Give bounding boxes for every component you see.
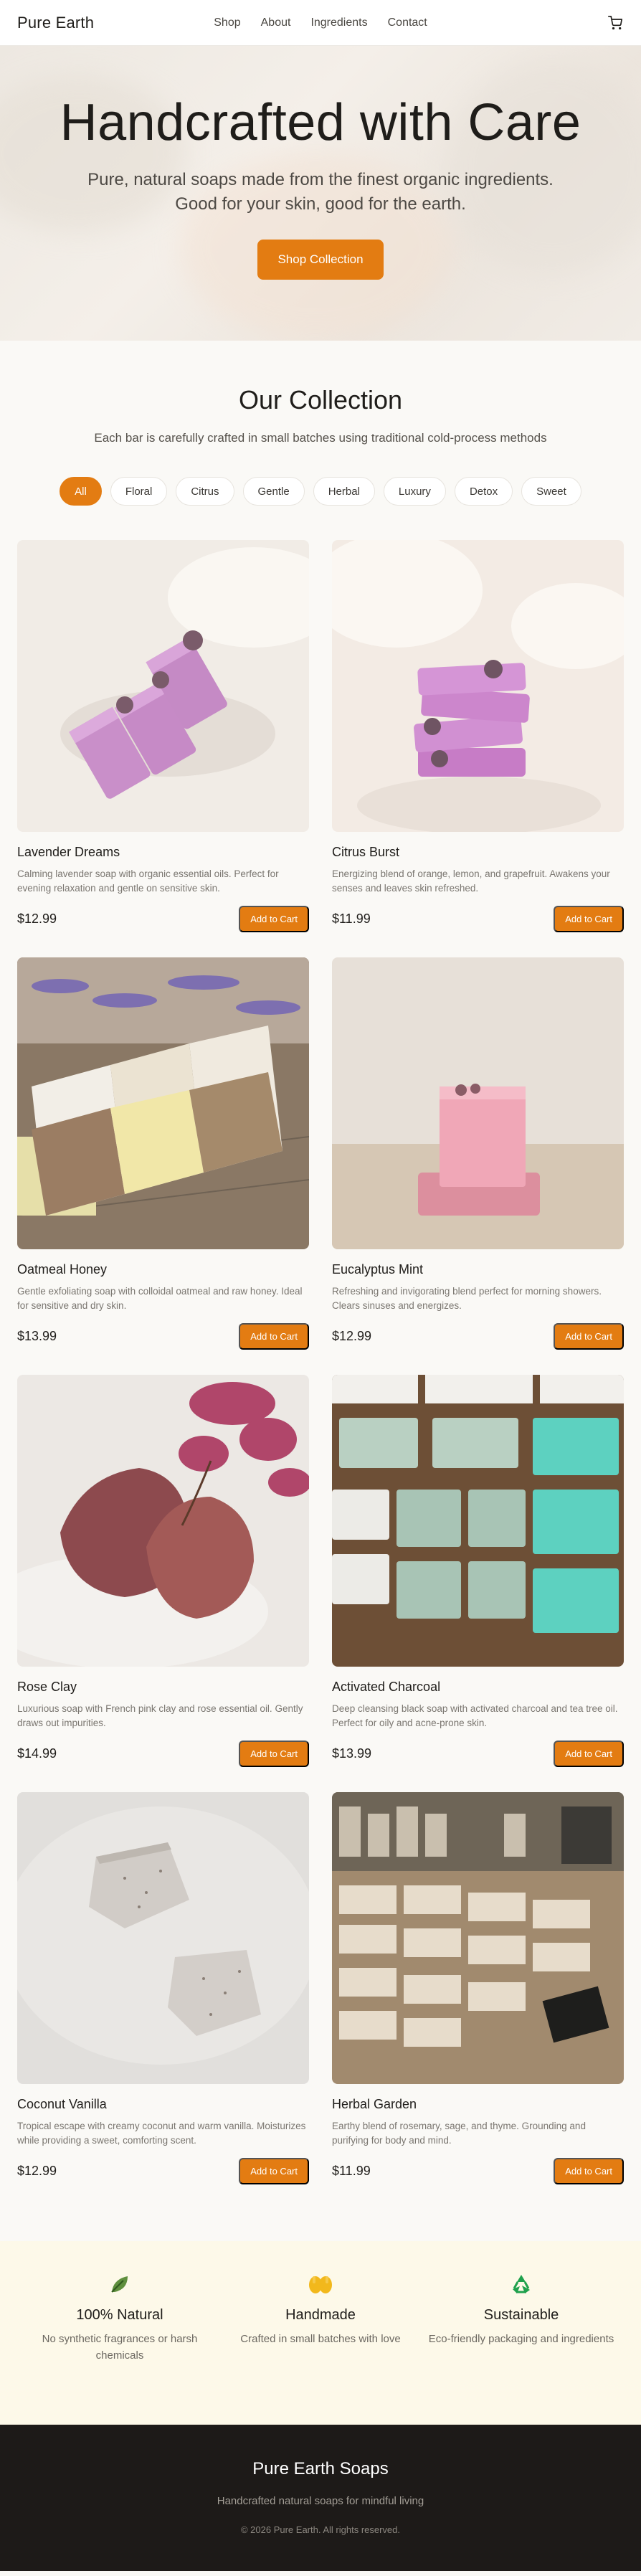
product-card: Coconut Vanilla Tropical escape with cre… [17, 1792, 309, 2210]
product-card: Eucalyptus Mint Refreshing and invigorat… [332, 957, 624, 1375]
add-to-cart-button[interactable]: Add to Cart [239, 1323, 309, 1350]
product-price: $13.99 [17, 1329, 57, 1343]
add-to-cart-button[interactable]: Add to Cart [554, 1323, 624, 1350]
product-card: Herbal Garden Earthy blend of rosemary, … [332, 1792, 624, 2210]
main-nav: Shop About Ingredients Contact [0, 0, 641, 46]
filter-chip-citrus[interactable]: Citrus [176, 477, 234, 506]
collection-section: Our Collection Each bar is carefully cra… [0, 341, 641, 2210]
product-name: Eucalyptus Mint [332, 1262, 424, 1277]
filter-chip-floral[interactable]: Floral [110, 477, 168, 506]
product-price: $12.99 [332, 1329, 372, 1343]
product-price: $12.99 [17, 911, 57, 926]
nav-link-contact[interactable]: Contact [388, 16, 427, 29]
add-to-cart-button[interactable]: Add to Cart [239, 2158, 309, 2184]
shopping-cart-icon [608, 15, 622, 29]
brand-logo[interactable]: Pure Earth [17, 14, 94, 32]
product-image[interactable] [17, 1375, 309, 1667]
product-description: Gentle exfoliating soap with colloidal o… [17, 1286, 303, 1311]
add-to-cart-button[interactable]: Add to Cart [239, 1741, 309, 1767]
product-description: Luxurious soap with French pink clay and… [17, 1703, 303, 1728]
product-card: Oatmeal Honey Gentle exfoliating soap wi… [17, 957, 309, 1375]
product-card: Rose Clay Luxurious soap with French pin… [17, 1375, 309, 1792]
product-name: Oatmeal Honey [17, 1262, 108, 1277]
product-name: Rose Clay [17, 1680, 77, 1694]
features-section: 100% Natural No synthetic fragrances or … [0, 2241, 641, 2425]
footer-title: Pure Earth Soaps [252, 2459, 389, 2478]
filter-chip-all[interactable]: All [60, 477, 102, 506]
feature-sustainable: Sustainable Eco-friendly packaging and i… [421, 2271, 622, 2425]
hero-subtitle-line2: Good for your skin, good for the earth. [175, 194, 466, 214]
product-image[interactable] [332, 957, 624, 1249]
product-description: Refreshing and invigorating blend perfec… [332, 1286, 602, 1311]
hands-icon [309, 2276, 332, 2293]
product-card: Citrus Burst Energizing blend of orange,… [332, 540, 624, 957]
product-name: Citrus Burst [332, 845, 400, 859]
product-image[interactable] [17, 540, 309, 832]
product-image[interactable] [332, 1792, 624, 2084]
add-to-cart-button[interactable]: Add to Cart [554, 1741, 624, 1767]
product-price: $13.99 [332, 1746, 372, 1761]
product-image[interactable] [17, 957, 309, 1249]
product-description: Earthy blend of rosemary, sage, and thym… [332, 2121, 586, 2146]
leaf-icon [111, 2276, 128, 2293]
recycle-icon [513, 2275, 531, 2293]
product-name: Activated Charcoal [332, 1680, 441, 1694]
nav-link-about[interactable]: About [261, 16, 291, 29]
product-description: Tropical escape with creamy coconut and … [17, 2121, 306, 2146]
product-grid: Lavender Dreams Calming lavender soap wi… [0, 506, 641, 2210]
product-image[interactable] [332, 540, 624, 832]
product-price: $11.99 [332, 911, 371, 926]
product-price: $14.99 [17, 1746, 57, 1761]
product-card: Activated Charcoal Deep cleansing black … [332, 1375, 624, 1792]
hero-title: Handcrafted with Care [60, 94, 581, 151]
filter-chip-sweet[interactable]: Sweet [521, 477, 581, 506]
hero-subtitle: Pure, natural soaps made from the finest… [0, 168, 641, 217]
feature-description: No synthetic fragrances or harsh chemica… [42, 2333, 198, 2362]
footer-tagline: Handcrafted natural soaps for mindful li… [217, 2495, 424, 2507]
product-image[interactable] [332, 1375, 624, 1667]
footer-copyright: © 2026 Pure Earth. All rights reserved. [240, 2524, 401, 2535]
filter-chip-luxury[interactable]: Luxury [383, 477, 446, 506]
hero-subtitle-line1: Pure, natural soaps made from the finest… [87, 170, 554, 189]
product-description: Energizing blend of orange, lemon, and g… [332, 868, 610, 894]
hero-section: Handcrafted with Care Pure, natural soap… [0, 46, 641, 341]
product-name: Coconut Vanilla [17, 2097, 107, 2111]
feature-description: Eco-friendly packaging and ingredients [428, 2333, 614, 2345]
shop-collection-button[interactable]: Shop Collection [257, 240, 384, 280]
product-name: Herbal Garden [332, 2097, 417, 2111]
product-card: Lavender Dreams Calming lavender soap wi… [17, 540, 309, 957]
filter-bar: All Floral Citrus Gentle Herbal Luxury D… [0, 477, 641, 506]
top-navbar: Pure Earth Shop About Ingredients Contac… [0, 0, 641, 46]
site-footer: Pure Earth Soaps Handcrafted natural soa… [0, 2425, 641, 2571]
product-description: Deep cleansing black soap with activated… [332, 1703, 618, 1728]
product-description: Calming lavender soap with organic essen… [17, 868, 279, 894]
feature-description: Crafted in small batches with love [240, 2333, 401, 2345]
filter-chip-detox[interactable]: Detox [454, 477, 513, 506]
feature-handmade: Handmade Crafted in small batches with l… [220, 2271, 421, 2425]
product-price: $11.99 [332, 2164, 371, 2178]
filter-chip-gentle[interactable]: Gentle [242, 477, 305, 506]
collection-subtitle: Each bar is carefully crafted in small b… [94, 431, 547, 445]
feature-title: Handmade [285, 2307, 356, 2323]
add-to-cart-button[interactable]: Add to Cart [554, 906, 624, 932]
nav-link-ingredients[interactable]: Ingredients [310, 16, 367, 29]
cart-button[interactable] [607, 14, 624, 32]
product-image[interactable] [17, 1792, 309, 2084]
feature-title: Sustainable [483, 2307, 559, 2323]
product-name: Lavender Dreams [17, 845, 120, 859]
add-to-cart-button[interactable]: Add to Cart [554, 2158, 624, 2184]
collection-title: Our Collection [238, 385, 403, 415]
add-to-cart-button[interactable]: Add to Cart [239, 906, 309, 932]
nav-link-shop[interactable]: Shop [214, 16, 240, 29]
feature-title: 100% Natural [76, 2307, 163, 2323]
product-price: $12.99 [17, 2164, 57, 2178]
filter-chip-herbal[interactable]: Herbal [313, 477, 375, 506]
feature-natural: 100% Natural No synthetic fragrances or … [19, 2271, 220, 2425]
